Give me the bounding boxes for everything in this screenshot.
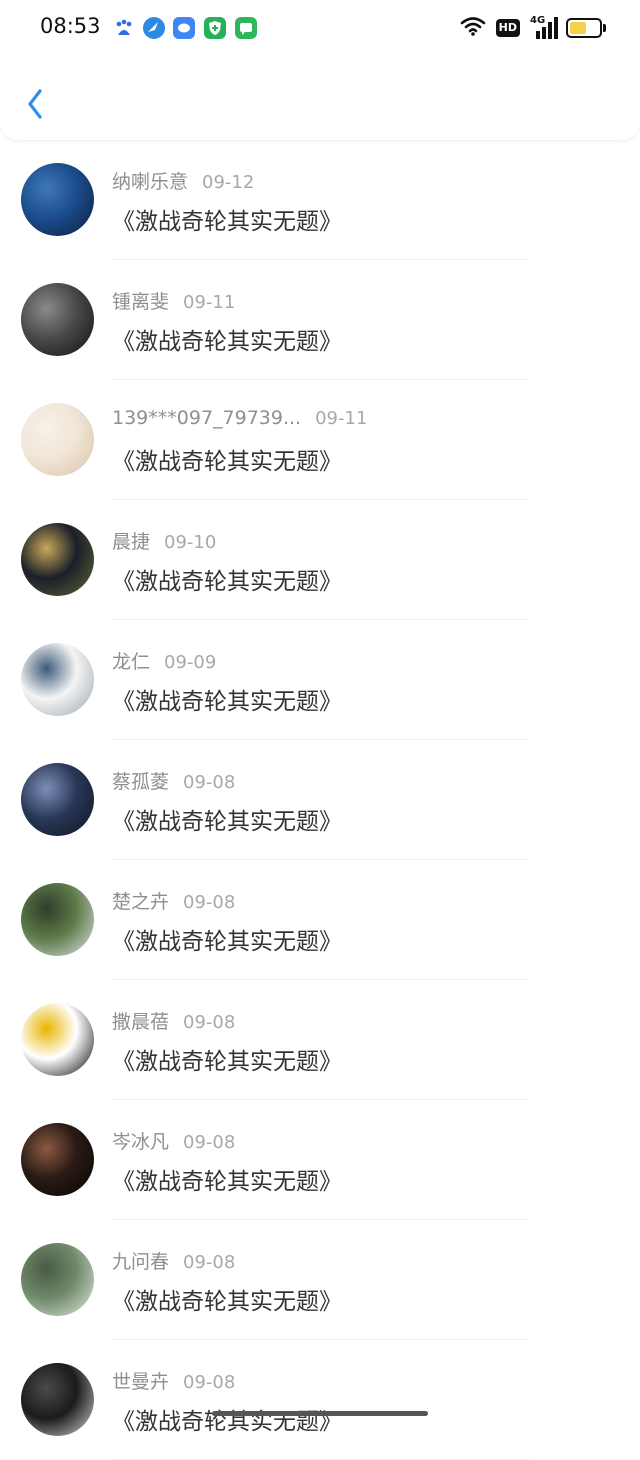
list-item[interactable]: 龙仁 09-09 《激战奇轮其实无题》	[0, 620, 640, 740]
shield-icon	[204, 17, 226, 39]
post-date: 09-08	[183, 1012, 236, 1033]
battery-icon	[566, 18, 606, 38]
author-line: 139***097_79739... 09-11	[112, 407, 367, 429]
post-title[interactable]: 《激战奇轮其实无题》	[112, 682, 342, 716]
post-title[interactable]: 《激战奇轮其实无题》	[112, 802, 342, 836]
list-item[interactable]: 纳喇乐意 09-12 《激战奇轮其实无题》	[0, 140, 640, 260]
list-item[interactable]: 九问春 09-08 《激战奇轮其实无题》	[0, 1220, 640, 1340]
post-title[interactable]: 《激战奇轮其实无题》	[112, 1042, 342, 1076]
home-indicator	[212, 1411, 428, 1416]
message-icon	[235, 17, 257, 39]
user-name[interactable]: 九问春	[112, 1251, 169, 1273]
list-item[interactable]: 蔡孤菱 09-08 《激战奇轮其实无题》	[0, 740, 640, 860]
user-name[interactable]: 世曼卉	[112, 1371, 169, 1393]
hd-badge: HD	[495, 19, 520, 37]
post-date: 09-11	[315, 408, 368, 429]
avatar[interactable]	[21, 763, 94, 836]
author-line: 锺离斐 09-11	[112, 287, 235, 314]
status-time: 08:53	[40, 14, 101, 38]
post-date: 09-09	[164, 652, 217, 673]
post-date: 09-08	[183, 772, 236, 793]
user-name[interactable]: 纳喇乐意	[112, 171, 188, 193]
author-line: 世曼卉 09-08	[112, 1367, 235, 1394]
browser-icon	[143, 17, 165, 39]
author-line: 九问春 09-08	[112, 1247, 235, 1274]
list-item[interactable]: 楚之卉 09-08 《激战奇轮其实无题》	[0, 860, 640, 980]
chat-icon	[173, 17, 195, 39]
post-title[interactable]: 《激战奇轮其实无题》	[112, 322, 342, 356]
user-name[interactable]: 楚之卉	[112, 891, 169, 913]
status-indicators: HD 4G	[460, 14, 606, 42]
user-name[interactable]: 撒晨蓓	[112, 1011, 169, 1033]
list-item[interactable]: 岑冰凡 09-08 《激战奇轮其实无题》	[0, 1100, 640, 1220]
author-line: 龙仁 09-09	[112, 647, 216, 674]
signal-icon: 4G	[530, 15, 558, 39]
user-name[interactable]: 岑冰凡	[112, 1131, 169, 1153]
chevron-left-icon	[28, 89, 42, 119]
avatar[interactable]	[21, 523, 94, 596]
list-item[interactable]: 晨捷 09-10 《激战奇轮其实无题》	[0, 500, 640, 620]
post-date: 09-10	[164, 532, 217, 553]
post-title[interactable]: 《激战奇轮其实无题》	[112, 1402, 342, 1436]
status-bar: 08:53 HD 4G	[0, 0, 640, 56]
baidu-icon	[113, 17, 135, 39]
post-date: 09-11	[183, 292, 236, 313]
author-line: 纳喇乐意 09-12	[112, 167, 254, 194]
avatar[interactable]	[21, 883, 94, 956]
post-title[interactable]: 《激战奇轮其实无题》	[112, 442, 342, 476]
post-date: 09-08	[183, 1132, 236, 1153]
author-line: 晨捷 09-10	[112, 527, 216, 554]
avatar[interactable]	[21, 163, 94, 236]
avatar[interactable]	[21, 283, 94, 356]
user-name[interactable]: 龙仁	[112, 651, 150, 673]
post-date: 09-08	[183, 892, 236, 913]
list-item[interactable]: 锺离斐 09-11 《激战奇轮其实无题》	[0, 260, 640, 380]
user-name[interactable]: 晨捷	[112, 531, 150, 553]
post-title[interactable]: 《激战奇轮其实无题》	[112, 1282, 342, 1316]
post-title[interactable]: 《激战奇轮其实无题》	[112, 562, 342, 596]
author-line: 蔡孤菱 09-08	[112, 767, 235, 794]
avatar[interactable]	[21, 1123, 94, 1196]
user-name[interactable]: 锺离斐	[112, 291, 169, 313]
author-line: 撒晨蓓 09-08	[112, 1007, 235, 1034]
list-item[interactable]: 撒晨蓓 09-08 《激战奇轮其实无题》	[0, 980, 640, 1100]
post-date: 09-08	[183, 1372, 236, 1393]
list-item[interactable]: 世曼卉 09-08 《激战奇轮其实无题》	[0, 1340, 640, 1460]
post-list: 纳喇乐意 09-12 《激战奇轮其实无题》 锺离斐 09-11 《激战奇轮其实无题》 139…	[0, 140, 640, 1460]
post-date: 09-12	[202, 172, 255, 193]
avatar[interactable]	[21, 1363, 94, 1436]
back-button[interactable]	[18, 84, 58, 124]
avatar[interactable]	[21, 1243, 94, 1316]
user-name[interactable]: 蔡孤菱	[112, 771, 169, 793]
user-name[interactable]: 139***097_79739...	[112, 407, 301, 429]
post-title[interactable]: 《激战奇轮其实无题》	[112, 922, 342, 956]
post-date: 09-08	[183, 1252, 236, 1273]
author-line: 楚之卉 09-08	[112, 887, 235, 914]
avatar[interactable]	[21, 1003, 94, 1076]
avatar[interactable]	[21, 643, 94, 716]
avatar[interactable]	[21, 403, 94, 476]
list-item[interactable]: 139***097_79739... 09-11 《激战奇轮其实无题》	[0, 380, 640, 500]
post-title[interactable]: 《激战奇轮其实无题》	[112, 202, 342, 236]
wifi-icon	[460, 15, 486, 41]
top-bar: 08:53 HD 4G	[0, 0, 640, 140]
post-title[interactable]: 《激战奇轮其实无题》	[112, 1162, 342, 1196]
author-line: 岑冰凡 09-08	[112, 1127, 235, 1154]
